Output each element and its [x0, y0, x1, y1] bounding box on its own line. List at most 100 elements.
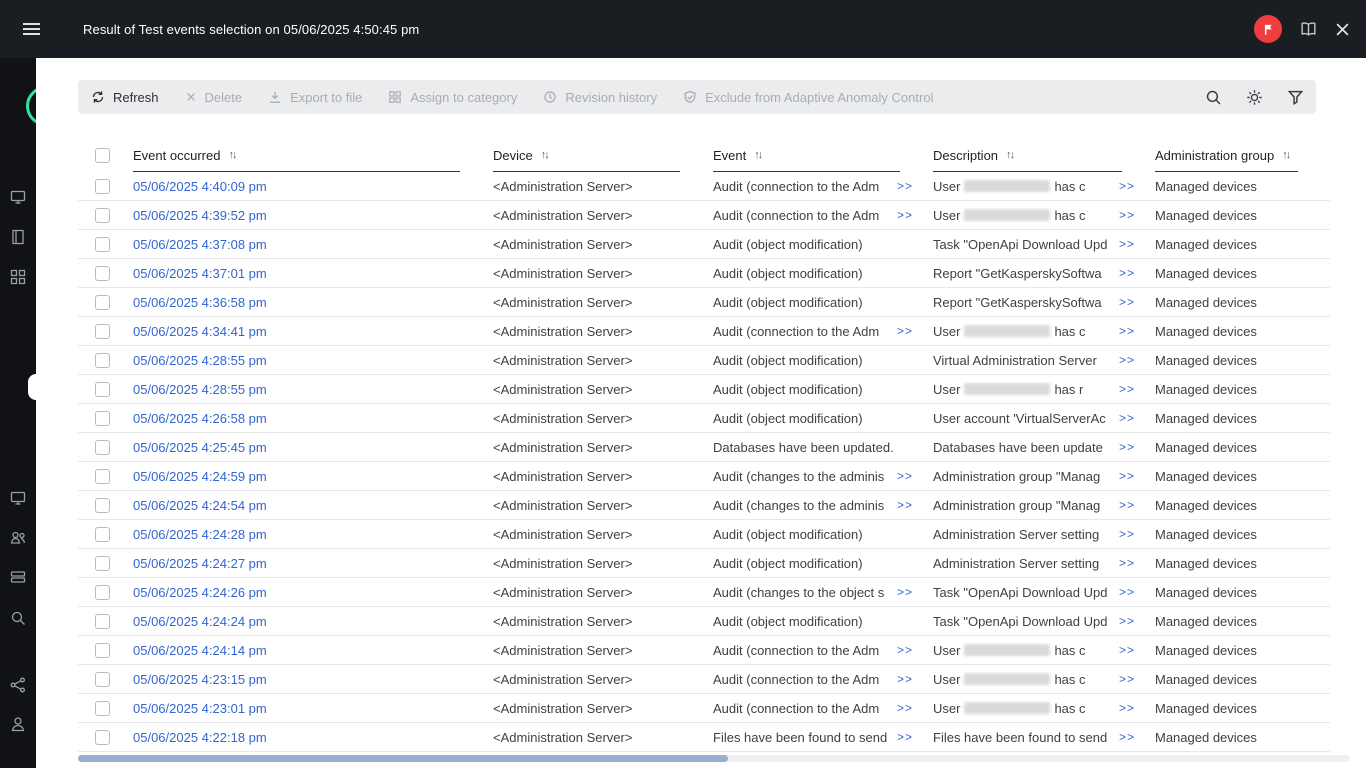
description-more-link[interactable]: >> — [1111, 295, 1148, 309]
column-header-administration-group[interactable]: Administration group ↑↓ — [1148, 138, 1330, 172]
search-nav-icon[interactable] — [9, 609, 27, 627]
reports-icon[interactable] — [9, 228, 27, 246]
row-checkbox[interactable] — [94, 584, 110, 600]
row-checkbox[interactable] — [94, 410, 110, 426]
description-more-link[interactable]: >> — [1111, 498, 1148, 512]
description-more-link[interactable]: >> — [1111, 701, 1148, 715]
description-more-link[interactable]: >> — [1111, 324, 1148, 338]
description-more-link[interactable]: >> — [1111, 585, 1148, 599]
filter-icon[interactable] — [1287, 89, 1304, 106]
event-time-link[interactable]: 05/06/2025 4:24:27 pm — [133, 556, 267, 571]
event-time-link[interactable]: 05/06/2025 4:24:59 pm — [133, 469, 267, 484]
row-checkbox[interactable] — [94, 439, 110, 455]
event-time-link[interactable]: 05/06/2025 4:23:01 pm — [133, 701, 267, 716]
select-all-checkbox[interactable] — [94, 147, 110, 163]
row-checkbox[interactable] — [94, 671, 110, 687]
users-icon[interactable] — [9, 529, 27, 547]
event-time-link[interactable]: 05/06/2025 4:34:41 pm — [133, 324, 267, 339]
column-header-device[interactable]: Device ↑↓ — [486, 138, 706, 172]
row-checkbox[interactable] — [94, 526, 110, 542]
row-checkbox[interactable] — [94, 700, 110, 716]
description-more-link[interactable]: >> — [1111, 266, 1148, 280]
row-checkbox[interactable] — [94, 294, 110, 310]
description-more-link[interactable]: >> — [1111, 556, 1148, 570]
row-checkbox[interactable] — [94, 729, 110, 745]
row-checkbox[interactable] — [94, 381, 110, 397]
description-more-link[interactable]: >> — [1111, 730, 1148, 744]
event-more-link[interactable]: >> — [889, 730, 926, 744]
horizontal-scrollbar-track[interactable] — [78, 755, 1350, 762]
event-more-link[interactable]: >> — [889, 179, 926, 193]
event-more-link[interactable]: >> — [889, 643, 926, 657]
assign-to-category-button[interactable]: Assign to category — [388, 90, 517, 105]
row-checkbox[interactable] — [94, 555, 110, 571]
description-more-link[interactable]: >> — [1111, 353, 1148, 367]
row-checkbox[interactable] — [94, 265, 110, 281]
description-more-link[interactable]: >> — [1111, 614, 1148, 628]
exclude-aac-button[interactable]: Exclude from Adaptive Anomaly Control — [683, 90, 933, 105]
row-checkbox[interactable] — [94, 642, 110, 658]
event-time-link[interactable]: 05/06/2025 4:24:28 pm — [133, 527, 267, 542]
settings-gear-icon[interactable] — [1246, 89, 1263, 106]
column-header-event[interactable]: Event ↑↓ — [706, 138, 926, 172]
apps-grid-icon[interactable] — [9, 268, 27, 286]
monitoring-icon[interactable] — [9, 188, 27, 206]
event-time-link[interactable]: 05/06/2025 4:40:09 pm — [133, 179, 267, 194]
event-time-link[interactable]: 05/06/2025 4:39:52 pm — [133, 208, 267, 223]
event-more-link[interactable]: >> — [889, 585, 926, 599]
export-to-file-button[interactable]: Export to file — [268, 90, 362, 105]
event-time-link[interactable]: 05/06/2025 4:24:26 pm — [133, 585, 267, 600]
description-more-link[interactable]: >> — [1111, 440, 1148, 454]
description-more-link[interactable]: >> — [1111, 643, 1148, 657]
event-time-link[interactable]: 05/06/2025 4:26:58 pm — [133, 411, 267, 426]
horizontal-scrollbar-thumb[interactable] — [78, 755, 728, 762]
column-header-description[interactable]: Description ↑↓ — [926, 138, 1148, 172]
event-time-link[interactable]: 05/06/2025 4:22:18 pm — [133, 730, 267, 745]
event-more-link[interactable]: >> — [889, 701, 926, 715]
event-time-link[interactable]: 05/06/2025 4:28:55 pm — [133, 382, 267, 397]
event-time-link[interactable]: 05/06/2025 4:24:24 pm — [133, 614, 267, 629]
topology-icon[interactable] — [9, 676, 27, 694]
event-more-link[interactable]: >> — [889, 672, 926, 686]
description-more-link[interactable]: >> — [1111, 237, 1148, 251]
description-more-link[interactable]: >> — [1111, 527, 1148, 541]
event-more-link[interactable]: >> — [889, 324, 926, 338]
revision-history-button[interactable]: Revision history — [543, 90, 657, 105]
row-checkbox[interactable] — [94, 236, 110, 252]
event-more-link[interactable]: >> — [889, 469, 926, 483]
event-time-link[interactable]: 05/06/2025 4:37:01 pm — [133, 266, 267, 281]
delete-button[interactable]: Delete — [185, 90, 242, 105]
row-checkbox[interactable] — [94, 497, 110, 513]
event-time-link[interactable]: 05/06/2025 4:24:54 pm — [133, 498, 267, 513]
description-more-link[interactable]: >> — [1111, 382, 1148, 396]
event-time-link[interactable]: 05/06/2025 4:36:58 pm — [133, 295, 267, 310]
row-checkbox[interactable] — [94, 352, 110, 368]
row-checkbox[interactable] — [94, 468, 110, 484]
description-more-link[interactable]: >> — [1111, 469, 1148, 483]
help-book-icon[interactable] — [1299, 20, 1318, 39]
row-checkbox[interactable] — [94, 207, 110, 223]
event-time-link[interactable]: 05/06/2025 4:24:14 pm — [133, 643, 267, 658]
servers-icon[interactable] — [9, 569, 27, 587]
close-icon[interactable] — [1335, 22, 1350, 37]
event-time-link[interactable]: 05/06/2025 4:25:45 pm — [133, 440, 267, 455]
description-more-link[interactable]: >> — [1111, 208, 1148, 222]
menu-icon[interactable] — [23, 23, 41, 35]
event-more-link[interactable]: >> — [889, 498, 926, 512]
account-icon[interactable] — [9, 715, 27, 733]
description-more-link[interactable]: >> — [1111, 411, 1148, 425]
row-checkbox[interactable] — [94, 178, 110, 194]
event-time-link[interactable]: 05/06/2025 4:37:08 pm — [133, 237, 267, 252]
column-header-event-occurred[interactable]: Event occurred ↑↓ — [126, 138, 486, 172]
event-time-link[interactable]: 05/06/2025 4:28:55 pm — [133, 353, 267, 368]
event-more-link[interactable]: >> — [889, 208, 926, 222]
row-checkbox[interactable] — [94, 323, 110, 339]
devices-icon[interactable] — [9, 489, 27, 507]
refresh-button[interactable]: Refresh — [91, 90, 159, 105]
brand-badge[interactable] — [1254, 15, 1282, 43]
row-checkbox[interactable] — [94, 613, 110, 629]
description-more-link[interactable]: >> — [1111, 179, 1148, 193]
event-time-link[interactable]: 05/06/2025 4:23:15 pm — [133, 672, 267, 687]
description-more-link[interactable]: >> — [1111, 672, 1148, 686]
search-icon[interactable] — [1205, 89, 1222, 106]
